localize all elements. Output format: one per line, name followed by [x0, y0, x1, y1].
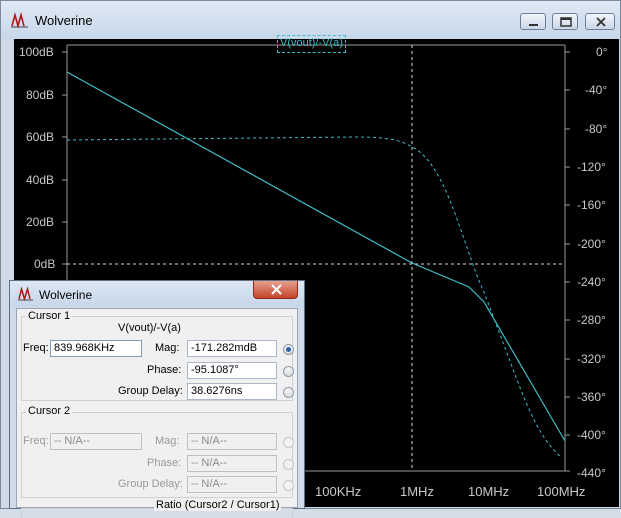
cursor1-mag-radio[interactable]: [283, 344, 294, 355]
x-axis-label: 100MHz: [537, 484, 586, 499]
cursor2-freq-field[interactable]: -- N/A--: [50, 433, 142, 450]
cursor1-phase-radio[interactable]: [283, 366, 294, 377]
left-axis-label: 60dB: [26, 130, 55, 144]
left-axis-label: 20dB: [26, 215, 55, 229]
cursor2-group-delay-radio[interactable]: [283, 480, 294, 491]
window-title: Wolverine: [35, 13, 93, 28]
cursor-dialog-title-bar[interactable]: Wolverine: [10, 281, 304, 307]
app-logo-icon: [11, 12, 28, 28]
cursor1-group-delay-label: Group Delay:: [118, 385, 183, 397]
left-axis-label: 0dB: [34, 257, 56, 271]
cursor-dialog-title: Wolverine: [39, 288, 93, 302]
cursor-dialog: Wolverine Cursor 1 V(vout)/-V(a) Freq: 8…: [9, 280, 305, 518]
cursor2-mag-field[interactable]: -- N/A--: [187, 433, 277, 450]
cursor1-group-delay-radio[interactable]: [283, 387, 294, 398]
cursor2-phase-radio[interactable]: [283, 459, 294, 470]
x-axis-label: 100KHz: [315, 484, 362, 499]
right-axis-label: -360°: [577, 390, 606, 404]
right-axis-label: -240°: [577, 275, 606, 289]
right-axis-label: -40°: [585, 83, 608, 97]
x-axis-label: 1MHz: [400, 484, 434, 499]
left-axis-label: 100dB: [19, 45, 54, 59]
left-axis-label: 40dB: [26, 173, 55, 187]
right-axis-label: -120°: [577, 160, 606, 174]
cursor1-phase-field[interactable]: -95.1087°: [187, 362, 277, 379]
cursor2-group-label: Cursor 2: [26, 405, 73, 417]
minimize-button[interactable]: [520, 13, 546, 30]
cursor1-group-label: Cursor 1: [26, 310, 73, 322]
right-axis-label: -160°: [577, 198, 606, 212]
cursor1-freq-label: Freq:: [23, 342, 49, 354]
right-axis-label: -400°: [577, 428, 606, 442]
cursor1-group-delay-field[interactable]: 38.6276ns: [187, 383, 277, 400]
trace-label[interactable]: V(vout)/-V(a): [277, 35, 346, 53]
right-axis-label: -80°: [585, 122, 608, 136]
cursor2-group-delay-field[interactable]: -- N/A--: [187, 476, 277, 493]
right-axis-label: 0°: [596, 45, 608, 59]
restore-button[interactable]: [552, 13, 578, 30]
right-axis-label: -320°: [577, 352, 606, 366]
cursor2-mag-radio[interactable]: [283, 437, 294, 448]
app-logo-icon: [18, 287, 33, 301]
cursor1-mag-label: Mag:: [155, 342, 180, 354]
cursor1-freq-field[interactable]: 839.968KHz: [50, 340, 142, 357]
cursor1-phase-label: Phase:: [147, 364, 182, 376]
cursor-dialog-body: Cursor 1 V(vout)/-V(a) Freq: 839.968KHz …: [16, 308, 298, 518]
minimize-icon: [529, 24, 538, 26]
cursor2-mag-label: Mag:: [155, 435, 180, 447]
close-button[interactable]: [585, 13, 615, 30]
left-axis-label: 80dB: [26, 88, 55, 102]
right-axis-label: -440°: [577, 466, 606, 480]
cursor-dialog-close-button[interactable]: [253, 281, 298, 299]
cursor2-phase-field[interactable]: -- N/A--: [187, 455, 277, 472]
cursor2-group-delay-label: Group Delay:: [118, 478, 183, 490]
close-icon: [596, 17, 606, 27]
cursor1-mag-field[interactable]: -171.282mdB: [187, 340, 277, 357]
ratio-group-label: Ratio (Cursor2 / Cursor1): [154, 499, 282, 511]
close-icon: [271, 284, 282, 295]
cursor2-freq-label: Freq:: [23, 435, 49, 447]
cursor1-expression: V(vout)/-V(a): [118, 322, 181, 334]
right-axis-label: -280°: [577, 313, 606, 327]
right-axis-label: -200°: [577, 237, 606, 251]
x-axis-label: 10MHz: [468, 484, 510, 499]
cursor2-phase-label: Phase:: [147, 457, 182, 469]
restore-icon: [560, 17, 572, 27]
title-bar[interactable]: Wolverine: [1, 1, 620, 39]
